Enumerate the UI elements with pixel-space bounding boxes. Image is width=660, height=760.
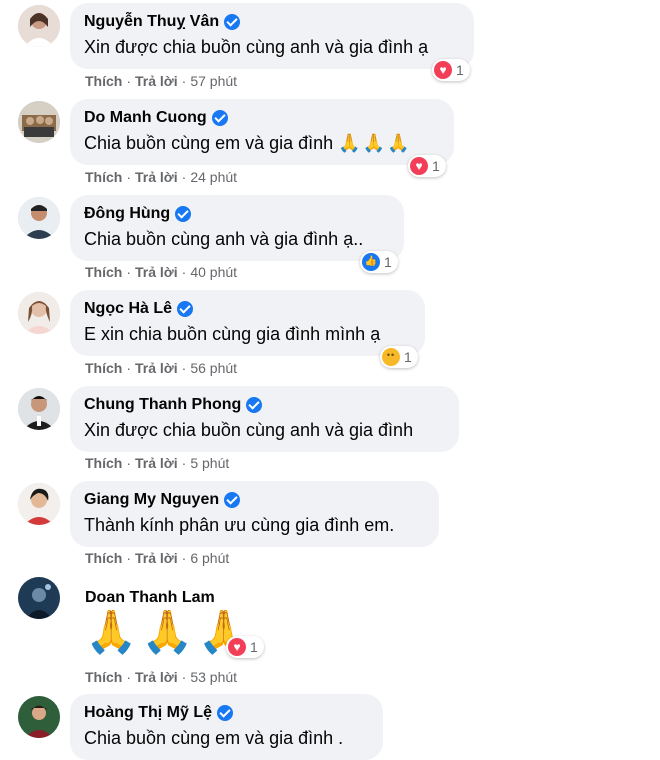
comment-time[interactable]: 56 phút (190, 360, 237, 376)
verified-badge-icon (211, 110, 228, 126)
like-link[interactable]: Thích (85, 73, 122, 89)
comment-author[interactable]: Chung Thanh Phong (84, 395, 445, 415)
comment-actions: Thích · Trả lời · 57 phút (85, 73, 238, 89)
comment-author[interactable]: Giang My Nguyen (84, 490, 425, 510)
comment-text: E xin chia buồn cùng gia đình mình ạ (84, 324, 381, 344)
comment-actions: Thích · Trả lời · 6 phút (85, 550, 230, 566)
comment-time[interactable]: 6 phút (190, 550, 229, 566)
like-link[interactable]: Thích (85, 550, 122, 566)
comment-text: Xin được chia buồn cùng anh và gia đình … (84, 37, 429, 57)
reply-link[interactable]: Trả lời (135, 360, 178, 376)
folded-hands-emoji: 🙏🙏🙏 (338, 133, 412, 153)
comment-time[interactable]: 57 phút (190, 73, 237, 89)
comment-bubble: Đông Hùng Chia buồn cùng anh và gia đình… (70, 195, 404, 261)
comment-author[interactable]: Ngọc Hà Lê (84, 299, 411, 319)
like-link[interactable]: Thích (85, 455, 122, 471)
reply-link[interactable]: Trả lời (135, 455, 178, 471)
like-link[interactable]: Thích (85, 169, 122, 185)
love-reaction-icon (228, 638, 246, 656)
reaction-count[interactable]: 1 (432, 59, 470, 81)
reply-link[interactable]: Trả lời (135, 669, 178, 685)
comment-author[interactable]: Nguyễn Thuỵ Vân (84, 12, 460, 32)
comment-author[interactable]: Do Manh Cuong (84, 108, 440, 128)
reply-link[interactable]: Trả lời (135, 264, 178, 280)
reply-link[interactable]: Trả lời (135, 169, 178, 185)
comment-actions: Thích · Trả lời · 40 phút (85, 264, 238, 280)
comment-bubble: Hoàng Thị Mỹ Lệ Chia buồn cùng em và gia… (70, 694, 383, 760)
avatar[interactable] (18, 696, 60, 738)
love-reaction-icon (434, 61, 452, 79)
avatar[interactable] (18, 101, 60, 143)
comment-bubble: Do Manh Cuong Chia buồn cùng em và gia đ… (70, 99, 454, 165)
reaction-count[interactable]: 1 (360, 251, 398, 273)
verified-badge-icon (217, 705, 233, 721)
like-link[interactable]: Thích (85, 360, 122, 376)
avatar[interactable] (18, 388, 60, 430)
comment-bubble: Chung Thanh Phong Xin được chia buồn cùn… (70, 386, 459, 452)
comment-author[interactable]: Hoàng Thị Mỹ Lệ (84, 703, 369, 723)
reply-link[interactable]: Trả lời (135, 73, 178, 89)
reaction-count[interactable]: 1 (408, 155, 446, 177)
reply-link[interactable]: Trả lời (135, 550, 178, 566)
comment-actions: Thích · Trả lời · 56 phút (85, 360, 238, 376)
comment-author[interactable]: Đông Hùng (84, 204, 390, 224)
comment-time[interactable]: 40 phút (190, 264, 237, 280)
comment-time[interactable]: 24 phút (190, 169, 237, 185)
reaction-count[interactable]: 1 (226, 636, 264, 658)
comment-text: Chia buồn cùng em và gia đình . (84, 728, 344, 748)
comment-actions: Thích · Trả lời · 53 phút (85, 669, 238, 685)
verified-badge-icon (224, 14, 241, 30)
comment-bubble: Giang My Nguyen Thành kính phân ưu cùng … (70, 481, 439, 547)
like-link[interactable]: Thích (85, 669, 122, 685)
verified-badge-icon (246, 397, 263, 413)
avatar[interactable] (18, 292, 60, 334)
comment-text: Xin được chia buồn cùng anh và gia đình (84, 420, 414, 440)
avatar[interactable] (18, 5, 60, 47)
comment-time[interactable]: 53 phút (190, 669, 237, 685)
comment-time[interactable]: 5 phút (190, 455, 229, 471)
comment-bubble: Ngọc Hà Lê E xin chia buồn cùng gia đình… (70, 290, 425, 356)
avatar[interactable] (18, 483, 60, 525)
verified-badge-icon (224, 492, 241, 508)
avatar[interactable] (18, 197, 60, 239)
love-reaction-icon (410, 157, 428, 175)
verified-badge-icon (177, 301, 194, 317)
comment-actions: Thích · Trả lời · 5 phút (85, 455, 230, 471)
comment-actions: Thích · Trả lời · 24 phút (85, 169, 238, 185)
care-reaction-icon (382, 346, 400, 366)
comment-text: Chia buồn cùng em và gia đình 🙏🙏🙏 (84, 133, 412, 153)
verified-badge-icon (175, 206, 192, 222)
avatar[interactable] (18, 577, 60, 619)
comment-bubble: Nguyễn Thuỵ Vân Xin được chia buồn cùng … (70, 3, 474, 69)
comment-author[interactable]: Doan Thanh Lam (85, 588, 215, 608)
comment-text: Chia buồn cùng anh và gia đình ạ.. (84, 229, 364, 249)
like-reaction-icon (362, 253, 380, 271)
comment-text: Thành kính phân ưu cùng gia đình em. (84, 515, 395, 535)
reaction-count[interactable]: 1 (380, 346, 418, 368)
like-link[interactable]: Thích (85, 264, 122, 280)
